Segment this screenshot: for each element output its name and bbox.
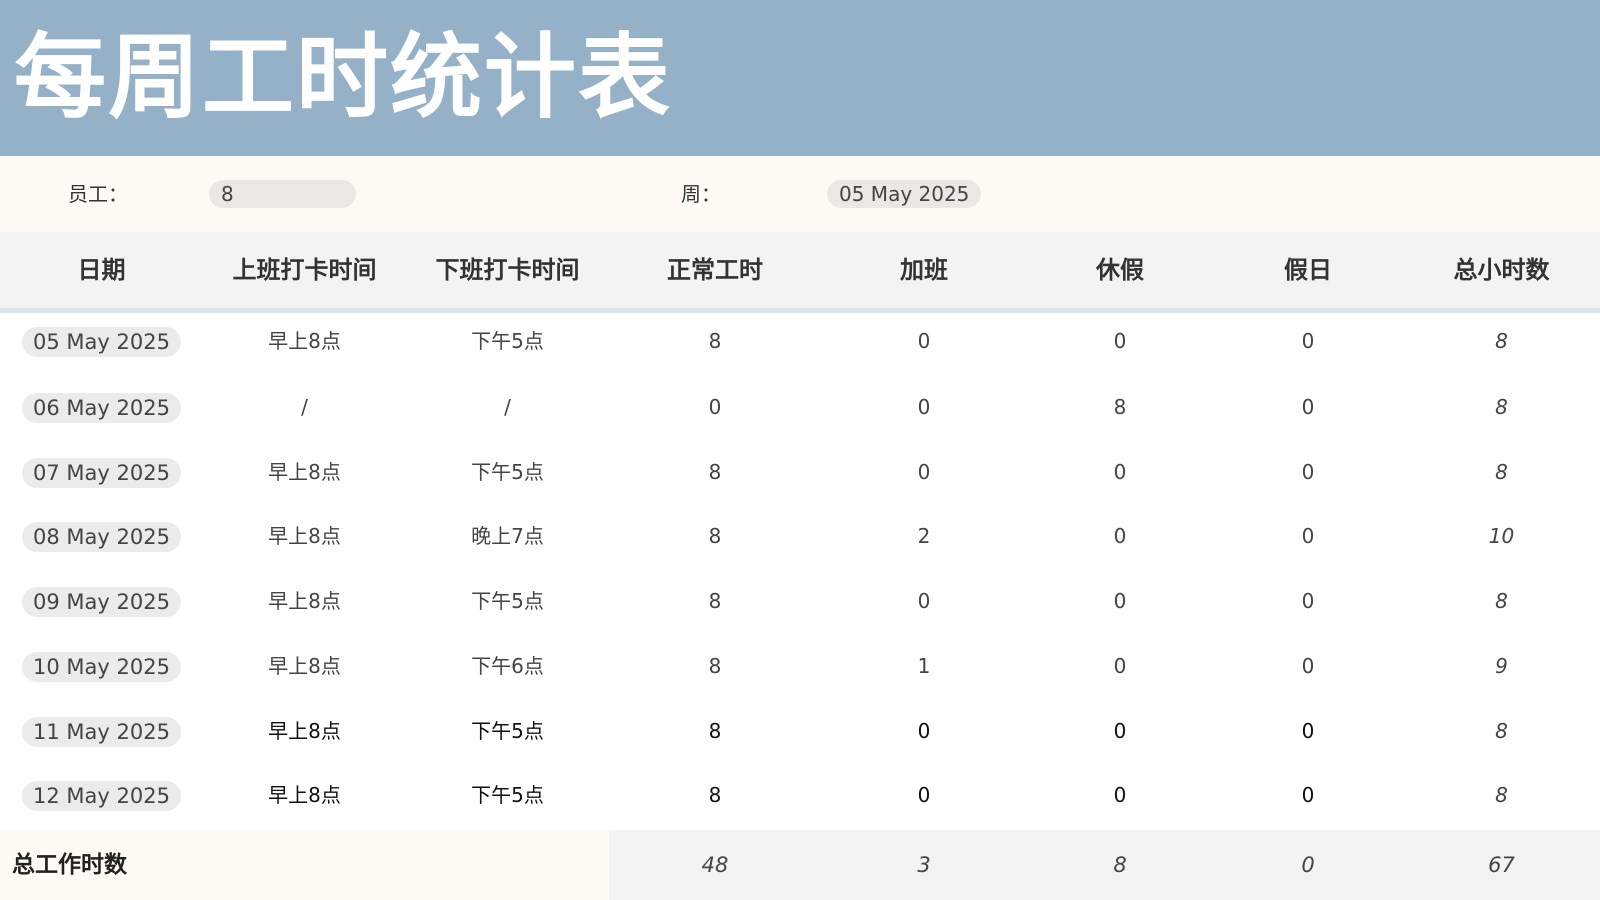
title-banner: 每周工时统计表 <box>0 0 1600 156</box>
holiday-cell: 0 <box>1301 395 1315 419</box>
totals-label: 总工作时数 <box>12 852 127 878</box>
regular-hours-cell: 8 <box>708 524 722 548</box>
table-row: 07 May 2025 早上8点 下午5点 8 0 0 0 8 <box>0 439 1600 505</box>
table-row: 06 May 2025 / / 0 0 8 0 8 <box>0 374 1600 440</box>
column-header-regular-hours: 正常工时 <box>667 256 763 284</box>
total-hours-cell: 10 <box>1488 524 1515 548</box>
total-hours-cell: 8 <box>1495 719 1508 743</box>
week-field[interactable]: 05 May 2025 <box>827 180 982 208</box>
regular-hours-cell: 8 <box>708 460 722 484</box>
week-label: 周： <box>681 182 721 206</box>
regular-hours-cell: 8 <box>708 329 722 353</box>
column-header-overtime: 加班 <box>900 256 948 284</box>
total-hours-cell: 8 <box>1495 589 1508 613</box>
table-row: 10 May 2025 早上8点 下午6点 8 1 0 0 9 <box>0 633 1600 699</box>
clock-out-cell: 下午5点 <box>471 719 544 743</box>
overtime-cell: 1 <box>917 654 931 678</box>
total-hours-cell: 8 <box>1495 329 1508 353</box>
holiday-cell: 0 <box>1301 719 1315 743</box>
total-hours-cell: 8 <box>1495 395 1508 419</box>
leave-cell: 0 <box>1113 654 1127 678</box>
leave-cell: 0 <box>1113 589 1127 613</box>
holiday-cell: 0 <box>1301 589 1315 613</box>
total-holiday: 0 <box>1301 853 1315 877</box>
clock-out-cell: 下午5点 <box>471 460 544 484</box>
table-row: 08 May 2025 早上8点 晚上7点 8 2 0 0 10 <box>0 503 1600 569</box>
holiday-cell: 0 <box>1301 654 1315 678</box>
leave-cell: 0 <box>1113 524 1127 548</box>
grand-total-hours: 67 <box>1488 853 1515 877</box>
page-title: 每周工时统计表 <box>14 24 673 131</box>
date-cell[interactable]: 05 May 2025 <box>22 327 181 357</box>
clock-out-cell: 下午5点 <box>471 589 544 613</box>
regular-hours-cell: 8 <box>708 783 722 807</box>
leave-cell: 0 <box>1113 783 1127 807</box>
clock-in-cell: 早上8点 <box>268 589 341 613</box>
date-cell[interactable]: 12 May 2025 <box>22 781 181 811</box>
clock-out-cell: 晚上7点 <box>471 524 544 548</box>
total-hours-cell: 8 <box>1495 460 1508 484</box>
total-regular-hours: 48 <box>701 853 729 877</box>
holiday-cell: 0 <box>1301 329 1315 353</box>
column-header-total-hours: 总小时数 <box>1453 256 1550 284</box>
table-row: 05 May 2025 早上8点 下午5点 8 0 0 0 8 <box>0 308 1600 374</box>
totals-label-cell: 总工作时数 <box>0 830 609 900</box>
clock-out-cell: 下午6点 <box>471 654 544 678</box>
table-row: 12 May 2025 早上8点 下午5点 8 0 0 0 8 <box>0 762 1600 828</box>
clock-in-cell: 早上8点 <box>268 524 341 548</box>
column-header-leave: 休假 <box>1096 256 1144 284</box>
clock-out-cell: 下午5点 <box>471 329 544 353</box>
overtime-cell: 0 <box>917 395 931 419</box>
clock-in-cell: 早上8点 <box>268 783 341 807</box>
total-leave: 8 <box>1113 853 1127 877</box>
total-overtime: 3 <box>917 853 931 877</box>
leave-cell: 8 <box>1113 395 1127 419</box>
date-cell[interactable]: 08 May 2025 <box>22 522 181 552</box>
clock-in-cell: 早上8点 <box>268 460 341 484</box>
clock-in-cell: / <box>301 395 308 419</box>
overtime-cell: 2 <box>917 524 931 548</box>
column-header-date: 日期 <box>77 256 126 284</box>
holiday-cell: 0 <box>1301 524 1315 548</box>
regular-hours-cell: 8 <box>708 654 722 678</box>
overtime-cell: 0 <box>917 589 931 613</box>
overtime-cell: 0 <box>917 719 931 743</box>
date-cell[interactable]: 11 May 2025 <box>22 717 181 747</box>
employee-label: 员工： <box>68 182 128 206</box>
employee-field[interactable]: 8 <box>209 180 356 208</box>
leave-cell: 0 <box>1113 460 1127 484</box>
regular-hours-cell: 0 <box>708 395 722 419</box>
overtime-cell: 0 <box>917 783 931 807</box>
total-hours-cell: 9 <box>1495 654 1508 678</box>
clock-in-cell: 早上8点 <box>268 329 341 353</box>
column-header-clock-out: 下班打卡时间 <box>435 256 580 284</box>
regular-hours-cell: 8 <box>708 589 722 613</box>
date-cell[interactable]: 06 May 2025 <box>22 393 181 423</box>
table-row: 09 May 2025 早上8点 下午5点 8 0 0 0 8 <box>0 568 1600 634</box>
table-header: 日期 上班打卡时间 下班打卡时间 正常工时 加班 休假 假日 总小时数 <box>0 232 1600 313</box>
date-cell[interactable]: 09 May 2025 <box>22 587 181 617</box>
total-hours-cell: 8 <box>1495 783 1508 807</box>
table-row: 11 May 2025 早上8点 下午5点 8 0 0 0 8 <box>0 698 1600 764</box>
clock-out-cell: 下午5点 <box>471 783 544 807</box>
column-header-holiday: 假日 <box>1284 256 1332 284</box>
leave-cell: 0 <box>1113 719 1127 743</box>
overtime-cell: 0 <box>917 460 931 484</box>
clock-out-cell: / <box>504 395 511 419</box>
date-cell[interactable]: 10 May 2025 <box>22 652 181 682</box>
overtime-cell: 0 <box>917 329 931 353</box>
clock-in-cell: 早上8点 <box>268 719 341 743</box>
leave-cell: 0 <box>1113 329 1127 353</box>
holiday-cell: 0 <box>1301 460 1315 484</box>
regular-hours-cell: 8 <box>708 719 722 743</box>
date-cell[interactable]: 07 May 2025 <box>22 458 181 488</box>
holiday-cell: 0 <box>1301 783 1315 807</box>
info-bar: 员工： 8 周： 05 May 2025 <box>0 156 1600 232</box>
clock-in-cell: 早上8点 <box>268 654 341 678</box>
column-header-clock-in: 上班打卡时间 <box>232 256 377 284</box>
